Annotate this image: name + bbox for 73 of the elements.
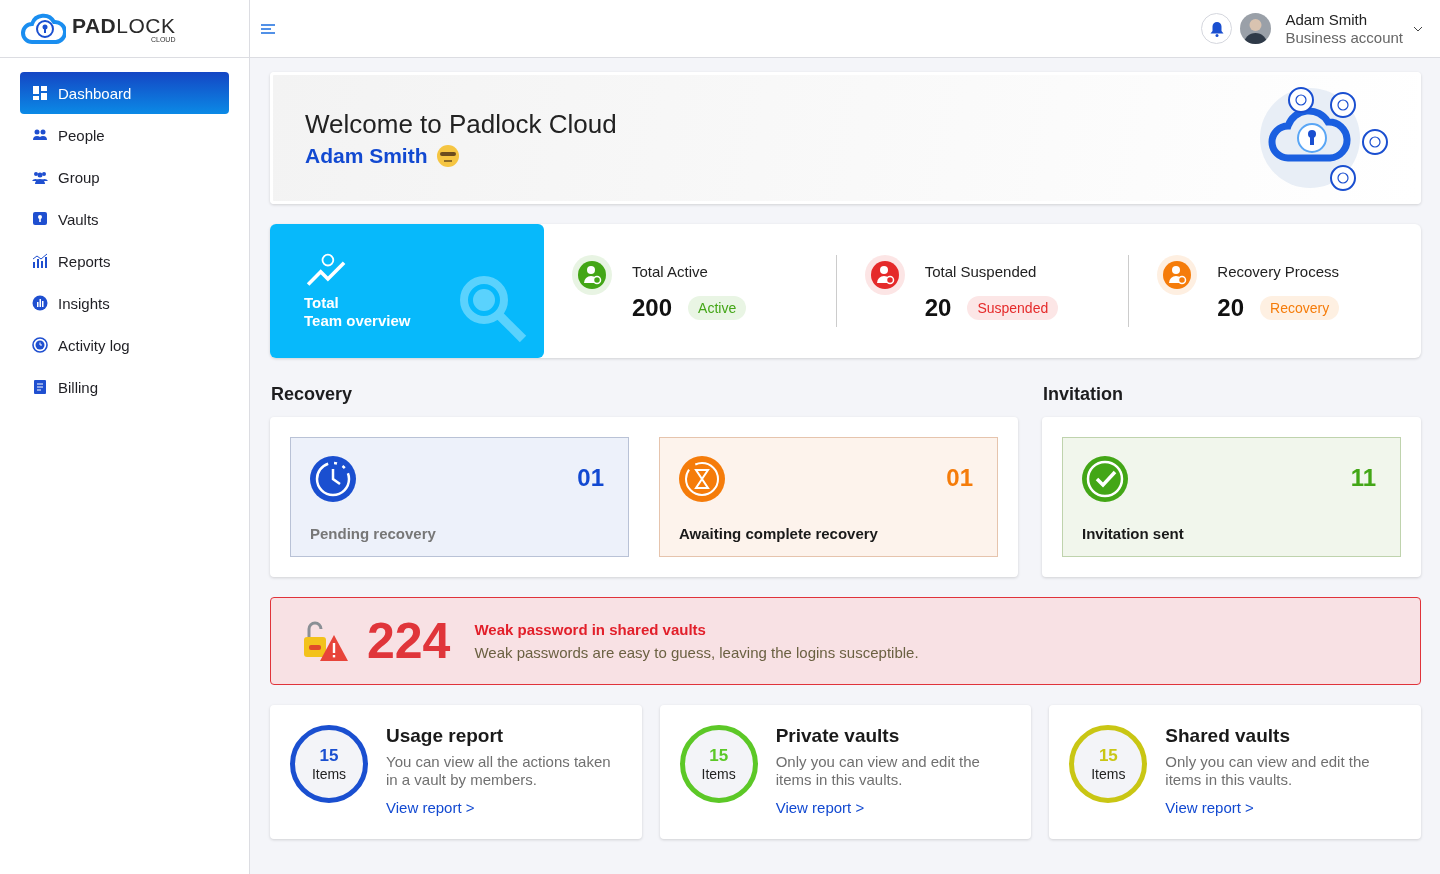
item-count: 15 xyxy=(1098,746,1118,766)
bell-icon xyxy=(1209,20,1224,37)
status-badge: Active xyxy=(688,296,747,320)
logo-wordmark: PADLOCK xyxy=(72,14,176,36)
view-report-link[interactable]: View report > xyxy=(1165,799,1401,816)
item-unit: Items xyxy=(311,766,347,782)
welcome-title: Welcome to Padlock Cloud xyxy=(305,108,617,140)
emoji-icon xyxy=(435,143,460,168)
sidebar-item[interactable]: Billing xyxy=(20,366,229,408)
report-title: Private vaults xyxy=(775,725,901,747)
chevron-down-icon xyxy=(1413,25,1423,32)
item-count: 15 xyxy=(709,746,729,766)
count: 01 xyxy=(577,464,604,492)
menu-button[interactable] xyxy=(260,21,276,36)
report-title: Usage report xyxy=(386,725,505,747)
view-report-link[interactable]: View report > xyxy=(775,799,1012,816)
recovery-card[interactable]: 11 Invitation sent xyxy=(1062,437,1401,557)
count: 11 xyxy=(1350,464,1376,492)
weak-password-count: 224 xyxy=(367,612,451,670)
user-name: Adam Smith xyxy=(1285,10,1369,29)
sidebar-item[interactable]: Group xyxy=(20,156,229,198)
clock-icon xyxy=(310,456,356,502)
card-label: Awaiting complete recovery xyxy=(679,525,879,542)
insights-icon xyxy=(32,295,48,311)
vault-icon xyxy=(32,211,48,227)
card-label: Pending recovery xyxy=(310,525,437,542)
hourglass-icon xyxy=(679,456,725,502)
status-badge: Suspended xyxy=(967,296,1059,320)
group-icon xyxy=(32,169,48,185)
stat-value: 20 xyxy=(924,294,952,322)
recovery-card[interactable]: 01 Awaiting complete recovery xyxy=(659,437,998,557)
report-description: Only you can view and edit the items in this vaults. xyxy=(1165,753,1371,789)
report-title: Shared vaults xyxy=(1165,725,1291,747)
account-type: Business account xyxy=(1285,28,1403,47)
sidebar-item[interactable]: Insights xyxy=(20,282,229,324)
welcome-user-name: Adam Smith xyxy=(305,143,428,168)
recovery-card[interactable]: 01 Pending recovery xyxy=(290,437,629,557)
overview-title: Total xyxy=(304,294,340,312)
item-unit: Items xyxy=(701,766,736,782)
sidebar-item[interactable]: Activity log xyxy=(20,324,229,366)
cloud-lock-logo-icon xyxy=(20,12,66,45)
view-report-link[interactable]: View report > xyxy=(386,799,622,816)
bill-icon xyxy=(32,379,48,395)
stat-label: Total Active xyxy=(632,263,709,280)
user-avatar[interactable] xyxy=(1240,13,1272,44)
check-circle-icon xyxy=(1082,456,1128,502)
sidebar-item[interactable]: Reports xyxy=(20,240,229,282)
dashboard-icon xyxy=(32,85,48,101)
notification-button[interactable] xyxy=(1201,13,1233,44)
sidebar-item[interactable]: People xyxy=(20,114,229,156)
alert-description: Weak passwords are easy to guess, leaving the logins susceptible. xyxy=(474,644,919,661)
dropdown-caret-icon[interactable] xyxy=(1413,25,1423,32)
status-badge: Recovery xyxy=(1260,296,1340,320)
stat-value: 200 xyxy=(632,294,673,322)
menu-icon xyxy=(260,21,276,36)
overview-subtitle: Team overview xyxy=(304,312,412,330)
alert-title: Weak password in shared vaults xyxy=(474,621,707,638)
item-unit: Items xyxy=(1091,766,1126,782)
sidebar-item[interactable]: Dashboard xyxy=(20,72,229,114)
count: 01 xyxy=(946,464,973,492)
section-title: Invitation xyxy=(1043,384,1124,405)
clock-icon xyxy=(32,337,48,353)
stat-value: 20 xyxy=(1217,294,1245,322)
report-description: Only you can view and edit the items in this vaults. xyxy=(775,753,981,789)
item-count: 15 xyxy=(319,746,339,766)
report-description: You can view all the actions taken in a vault by members. xyxy=(386,753,612,789)
bar-chart-icon xyxy=(32,253,48,269)
section-title: Recovery xyxy=(271,384,354,405)
card-label: Invitation sent xyxy=(1082,525,1185,542)
stat-label: Recovery Process xyxy=(1217,263,1340,280)
sidebar-item[interactable]: Vaults xyxy=(20,198,229,240)
stat-label: Total Suspended xyxy=(924,263,1038,280)
people-icon xyxy=(32,127,48,143)
